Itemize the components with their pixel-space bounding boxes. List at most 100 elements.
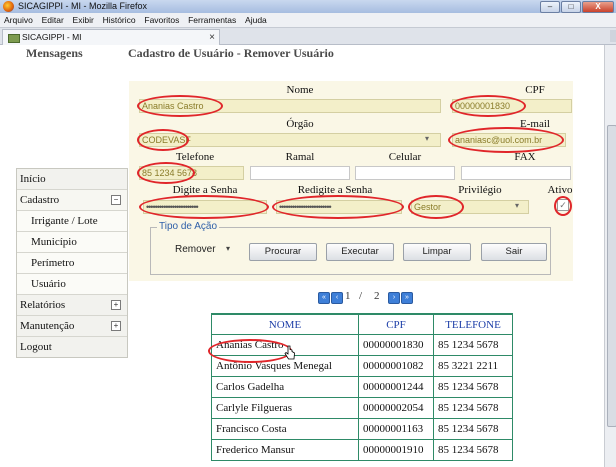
window-title: SICAGIPPI - MI - Mozilla Firefox	[18, 1, 148, 11]
highlight-ring	[137, 95, 223, 117]
cell-nome[interactable]: Frederico Mansur	[211, 439, 359, 461]
sidebar-item-label: Início	[20, 173, 46, 185]
expand-icon[interactable]: +	[111, 300, 121, 310]
label-privilegio: Privilégio	[458, 184, 502, 196]
cell-nome[interactable]: Francisco Costa	[211, 418, 359, 440]
cell-telefone: 85 1234 5678	[433, 334, 513, 356]
collapse-icon[interactable]: −	[111, 195, 121, 205]
cell-telefone: 85 3221 2211	[433, 355, 513, 377]
sidebar-item-irrigante-lote[interactable]: Irrigante / Lote	[17, 211, 127, 232]
highlight-ring	[408, 195, 464, 219]
sidebar-item-label: Irrigante / Lote	[31, 215, 98, 227]
tab-close-icon[interactable]: ×	[209, 30, 215, 45]
users-table: NOME CPF TELEFONE Ananias Castro 00000001…	[211, 313, 513, 461]
cell-telefone: 85 1234 5678	[433, 418, 513, 440]
label-ramal: Ramal	[285, 151, 315, 163]
menu-editar[interactable]: Editar	[42, 13, 64, 27]
scrollbar-thumb[interactable]	[607, 125, 616, 427]
table-header-row: NOME CPF TELEFONE	[211, 313, 513, 335]
limpar-button[interactable]: Limpar	[403, 243, 471, 261]
menu-ferramentas[interactable]: Ferramentas	[188, 13, 236, 27]
executar-button[interactable]: Executar	[326, 243, 394, 261]
menu-favoritos[interactable]: Favoritos	[144, 13, 179, 27]
cell-telefone: 85 1234 5678	[433, 376, 513, 398]
sidebar-item-perimetro[interactable]: Perímetro	[17, 253, 127, 274]
expand-icon[interactable]: +	[111, 321, 121, 331]
sidebar-item-label: Usuário	[31, 278, 66, 290]
chevron-down-icon: ▾	[515, 201, 520, 210]
sidebar-item-cadastro[interactable]: Cadastro −	[17, 190, 127, 211]
celular-field[interactable]	[355, 166, 455, 180]
sidebar-item-usuario[interactable]: Usuário	[17, 274, 127, 295]
sidebar-item-label: Logout	[20, 341, 52, 353]
site-favicon-icon	[8, 34, 20, 43]
sidebar-item-label: Relatórios	[20, 299, 66, 311]
menu-arquivo[interactable]: Arquivo	[4, 13, 33, 27]
menu-ajuda[interactable]: Ajuda	[245, 13, 267, 27]
label-nome: Nome	[286, 84, 314, 96]
menu-historico[interactable]: Histórico	[103, 13, 136, 27]
sidebar-item-label: Perímetro	[31, 257, 75, 269]
prev-page-icon[interactable]: ‹	[331, 292, 343, 304]
cell-cpf: 00000001830	[358, 334, 434, 356]
fax-field[interactable]	[461, 166, 571, 180]
highlight-ring	[554, 196, 572, 216]
sidebar-item-logout[interactable]: Logout	[17, 337, 127, 357]
minimize-button[interactable]: –	[540, 1, 560, 13]
maximize-button[interactable]: □	[561, 1, 581, 13]
cell-telefone: 85 1234 5678	[433, 397, 513, 419]
sidebar-item-label: Cadastro	[20, 194, 60, 206]
vertical-scrollbar[interactable]	[604, 45, 616, 467]
page-title: Cadastro de Usuário - Remover Usuário	[128, 46, 334, 60]
column-header-nome[interactable]: NOME	[211, 313, 359, 335]
pager-current: 1	[345, 290, 351, 302]
tab-bar: SICAGIPPI - MI ×	[0, 28, 616, 45]
highlight-ring	[137, 129, 189, 151]
highlight-ring	[272, 195, 404, 219]
first-page-icon[interactable]: «	[318, 292, 330, 304]
column-header-cpf[interactable]: CPF	[358, 313, 434, 335]
procurar-button[interactable]: Procurar	[249, 243, 317, 261]
sair-button[interactable]: Sair	[481, 243, 547, 261]
sidebar-item-municipio[interactable]: Município	[17, 232, 127, 253]
cell-nome[interactable]: Carlos Gadelha	[211, 376, 359, 398]
highlight-ring	[450, 95, 526, 117]
table-row[interactable]: Francisco Costa 00000001163 85 1234 5678	[211, 418, 513, 440]
highlight-ring	[137, 162, 195, 184]
chevron-down-icon: ▾	[425, 134, 430, 143]
cell-nome[interactable]: Carlyle Filgueras	[211, 397, 359, 419]
last-page-icon[interactable]: »	[401, 292, 413, 304]
new-tab-button[interactable]	[610, 30, 616, 42]
label-fax: FAX	[514, 151, 536, 163]
table-row[interactable]: Carlos Gadelha 00000001244 85 1234 5678	[211, 376, 513, 398]
cell-cpf: 00000002054	[358, 397, 434, 419]
highlight-ring	[448, 127, 564, 153]
sidebar-item-relatorios[interactable]: Relatórios +	[17, 295, 127, 316]
menu-exibir[interactable]: Exibir	[73, 13, 94, 27]
chevron-down-icon: ▾	[226, 244, 231, 253]
label-orgao: Órgão	[286, 118, 314, 130]
cell-cpf: 00000001244	[358, 376, 434, 398]
browser-tab[interactable]: SICAGIPPI - MI ×	[2, 29, 220, 45]
acao-legend: Tipo de Ação	[157, 221, 220, 232]
acao-select[interactable]: Remover	[175, 244, 216, 255]
cell-cpf: 00000001082	[358, 355, 434, 377]
sidebar-item-manutencao[interactable]: Manutenção +	[17, 316, 127, 337]
label-ativo: Ativo	[547, 184, 573, 196]
highlight-ring	[208, 339, 292, 363]
table-row[interactable]: Frederico Mansur 00000001910 85 1234 5678	[211, 439, 513, 461]
sidebar-item-label: Município	[31, 236, 77, 248]
sidebar-nav: Início Cadastro − Irrigante / Lote Municí…	[16, 168, 128, 358]
cell-telefone: 85 1234 5678	[433, 439, 513, 461]
column-header-telefone[interactable]: TELEFONE	[433, 313, 513, 335]
close-button[interactable]: X	[582, 1, 614, 13]
cell-cpf: 00000001910	[358, 439, 434, 461]
menu-bar: Arquivo Editar Exibir Histórico Favorito…	[0, 13, 616, 28]
sidebar-item-inicio[interactable]: Início	[17, 169, 127, 190]
highlight-ring	[139, 195, 269, 219]
table-row[interactable]: Carlyle Filgueras 00000002054 85 1234 5678	[211, 397, 513, 419]
pager-total: 2	[374, 290, 380, 302]
tab-label: SICAGIPPI - MI	[22, 32, 82, 42]
ramal-field[interactable]	[250, 166, 350, 180]
next-page-icon[interactable]: ›	[388, 292, 400, 304]
